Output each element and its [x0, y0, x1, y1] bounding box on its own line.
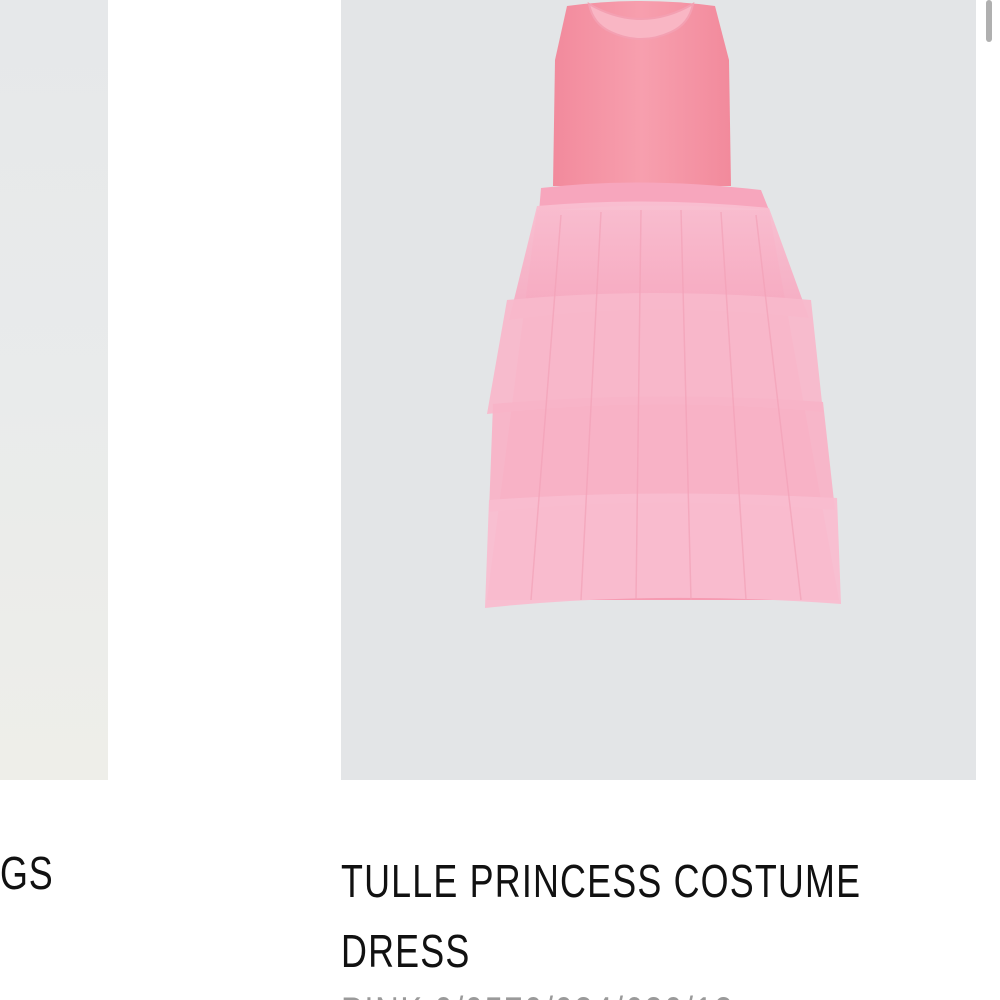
- scrollbar[interactable]: [986, 0, 992, 42]
- product-image-left[interactable]: [0, 0, 108, 780]
- pink-dress-illustration: [485, 1, 841, 608]
- product-title-tulle-dress[interactable]: TULLE PRINCESS COSTUME DRESS: [341, 846, 934, 986]
- product-grid: GS TULLE PRINCESS COSTUME DRESS: [0, 0, 1000, 1000]
- product-color-code: PINK 0/0570/034/620/13: [341, 988, 934, 1000]
- product-title-left[interactable]: GS: [0, 846, 53, 900]
- product-image-tulle-dress[interactable]: [341, 0, 976, 780]
